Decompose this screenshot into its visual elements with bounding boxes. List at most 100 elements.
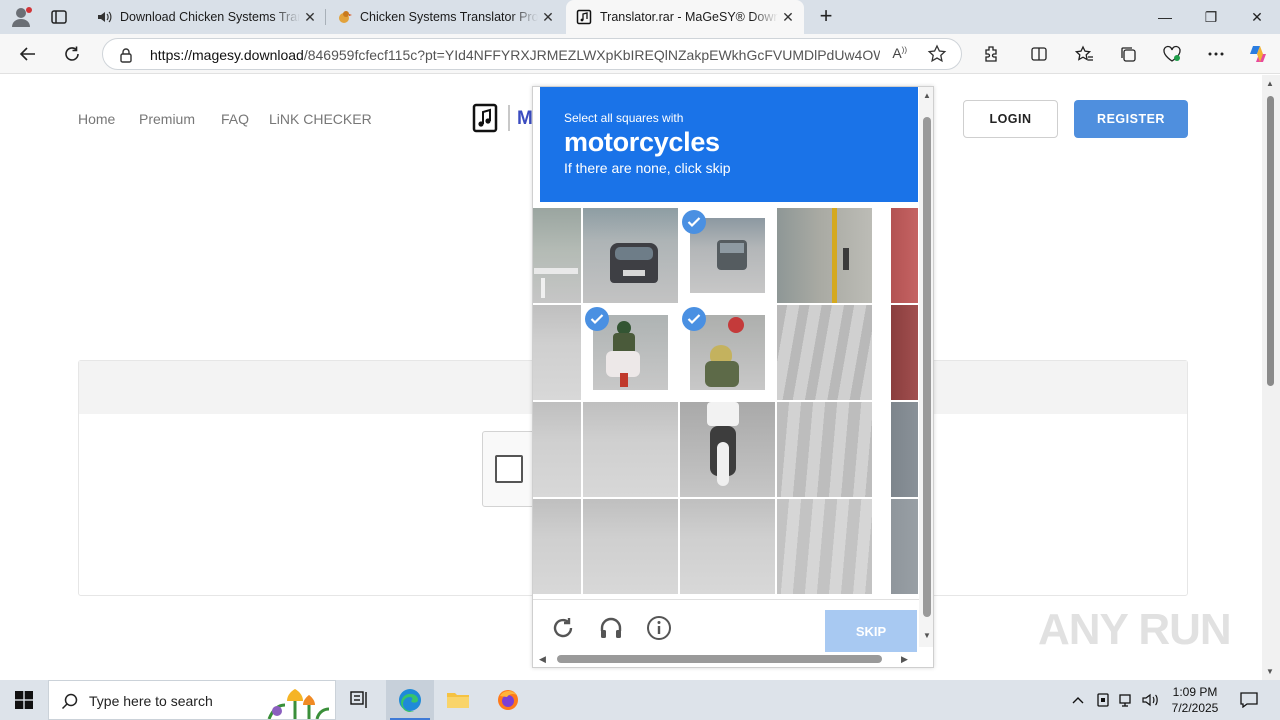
tray-overflow-chevron-icon[interactable] — [1068, 680, 1088, 720]
skip-button[interactable]: SKIP — [825, 610, 917, 652]
back-icon[interactable] — [15, 42, 41, 66]
search-highlight-flowers-icon — [259, 685, 331, 720]
audio-playing-icon — [96, 9, 112, 25]
volume-icon[interactable] — [1140, 680, 1162, 720]
tab-title: Translator.rar - MaGeSY® Download — [600, 10, 778, 24]
challenge-instruction: Select all squares with — [564, 111, 684, 125]
challenge-tile[interactable] — [891, 208, 918, 303]
scroll-up-arrow-icon[interactable]: ▲ — [923, 91, 931, 100]
nav-link-checker[interactable]: LiNK CHECKER — [269, 111, 372, 127]
browser-toolbar: https://magesy.download/846959fcfecf115c… — [0, 34, 1280, 74]
scroll-down-arrow-icon[interactable]: ▼ — [923, 631, 931, 640]
challenge-tile[interactable] — [891, 305, 918, 400]
split-screen-icon[interactable] — [1026, 42, 1052, 66]
scroll-right-arrow-icon[interactable]: ▶ — [901, 654, 908, 665]
scroll-up-arrow-icon[interactable]: ▲ — [1266, 79, 1274, 88]
challenge-hint: If there are none, click skip — [564, 160, 731, 176]
refresh-icon[interactable] — [59, 42, 85, 66]
copilot-icon[interactable] — [1245, 42, 1271, 66]
page-scrollbar[interactable]: ▲ ▼ — [1262, 75, 1280, 680]
scroll-left-arrow-icon[interactable]: ◀ — [539, 654, 546, 665]
tab-download-chicken[interactable]: Download Chicken Systems Translator ✕ — [86, 0, 326, 34]
challenge-header: Select all squares with motorcycles If t… — [540, 87, 918, 202]
challenge-tile-selected[interactable] — [680, 208, 775, 303]
favorite-star-icon[interactable] — [927, 44, 947, 69]
address-bar[interactable]: https://magesy.download/846959fcfecf115c… — [102, 38, 962, 70]
favorites-icon[interactable] — [1071, 42, 1097, 66]
tab-close-button[interactable]: ✕ — [300, 7, 320, 27]
challenge-tile[interactable] — [680, 402, 775, 497]
challenge-tile[interactable] — [891, 402, 918, 497]
new-tab-button[interactable]: + — [815, 5, 837, 28]
challenge-tile-selected[interactable] — [583, 305, 678, 400]
audio-icon[interactable] — [598, 615, 624, 641]
close-window-button[interactable]: ✕ — [1234, 0, 1280, 34]
taskbar: Type here to search 1:09 PM 7/2/2025 — [0, 680, 1280, 720]
challenge-tile[interactable] — [777, 499, 872, 594]
magesy-favicon-icon — [576, 9, 592, 25]
page-scroll-thumb[interactable] — [1267, 96, 1274, 386]
selected-check-icon — [682, 307, 706, 331]
challenge-tile[interactable] — [533, 402, 581, 497]
collections-icon[interactable] — [1115, 42, 1141, 66]
challenge-tile[interactable] — [583, 499, 678, 594]
file-explorer-icon[interactable] — [434, 680, 482, 720]
tray-device-icon[interactable] — [1093, 680, 1113, 720]
minimize-button[interactable]: — — [1142, 0, 1188, 34]
clock-date: 7/2/2025 — [1171, 701, 1219, 715]
firefox-icon[interactable] — [484, 680, 532, 720]
taskbar-search-box[interactable]: Type here to search — [48, 680, 336, 720]
tab-close-button[interactable]: ✕ — [778, 7, 798, 27]
challenge-tile[interactable] — [583, 208, 678, 303]
network-icon[interactable] — [1116, 680, 1136, 720]
challenge-tile[interactable] — [583, 402, 678, 497]
tab-translator-rar[interactable]: Translator.rar - MaGeSY® Download ✕ — [566, 0, 804, 34]
edge-taskbar-icon[interactable] — [386, 680, 434, 720]
nav-home[interactable]: Home — [78, 111, 115, 127]
reload-icon[interactable] — [550, 615, 576, 641]
nav-faq[interactable]: FAQ — [221, 111, 249, 127]
challenge-horizontal-scrollbar[interactable]: ◀ ▶ — [533, 651, 919, 667]
site-logo-icon[interactable] — [472, 103, 498, 133]
challenge-tile[interactable] — [891, 499, 918, 594]
profile-icon[interactable] — [10, 6, 34, 28]
challenge-tile[interactable] — [533, 499, 581, 594]
login-button[interactable]: LOGIN — [963, 100, 1058, 138]
tab-close-button[interactable]: ✕ — [538, 7, 558, 27]
search-icon — [61, 692, 79, 715]
tab-actions-icon[interactable] — [50, 8, 68, 26]
challenge-tile[interactable] — [533, 305, 581, 400]
challenge-hscroll-thumb[interactable] — [557, 655, 882, 663]
windows-start-icon[interactable] — [0, 680, 48, 720]
lock-icon[interactable] — [119, 47, 133, 68]
tab-chicken-translator[interactable]: Chicken Systems Translator Pro v2 ✕ — [326, 0, 564, 34]
recaptcha-checkbox[interactable] — [495, 455, 523, 483]
challenge-image-grid — [533, 208, 918, 594]
task-view-icon[interactable] — [336, 680, 384, 720]
challenge-tile[interactable] — [680, 499, 775, 594]
challenge-vertical-scrollbar[interactable]: ▲ ▼ — [919, 87, 933, 647]
selected-check-icon — [585, 307, 609, 331]
scroll-down-arrow-icon[interactable]: ▼ — [1266, 667, 1274, 676]
anyrun-watermark: ANY RUN — [1038, 605, 1232, 654]
challenge-tile[interactable] — [777, 402, 872, 497]
extensions-icon[interactable] — [978, 42, 1004, 66]
tab-strip: Download Chicken Systems Translator ✕ Ch… — [0, 0, 1280, 34]
read-aloud-icon[interactable]: A)) — [892, 45, 907, 61]
info-icon[interactable] — [646, 615, 672, 641]
notifications-icon[interactable] — [1234, 680, 1264, 720]
challenge-tile[interactable] — [533, 208, 581, 303]
taskbar-clock[interactable]: 1:09 PM 7/2/2025 — [1166, 684, 1224, 716]
register-button[interactable]: REGISTER — [1074, 100, 1188, 138]
restore-button[interactable]: ❐ — [1188, 0, 1234, 34]
nav-premium[interactable]: Premium — [139, 111, 195, 127]
url-domain: https://magesy.download — [150, 47, 304, 63]
challenge-tile[interactable] — [777, 208, 872, 303]
url-text[interactable]: https://magesy.download/846959fcfecf115c… — [150, 47, 880, 63]
challenge-scroll-thumb[interactable] — [923, 117, 931, 617]
challenge-tile-selected[interactable] — [680, 305, 775, 400]
browser-essentials-icon[interactable] — [1159, 42, 1185, 66]
more-menu-icon[interactable] — [1203, 42, 1229, 66]
challenge-tile[interactable] — [777, 305, 872, 400]
selected-check-icon — [682, 210, 706, 234]
